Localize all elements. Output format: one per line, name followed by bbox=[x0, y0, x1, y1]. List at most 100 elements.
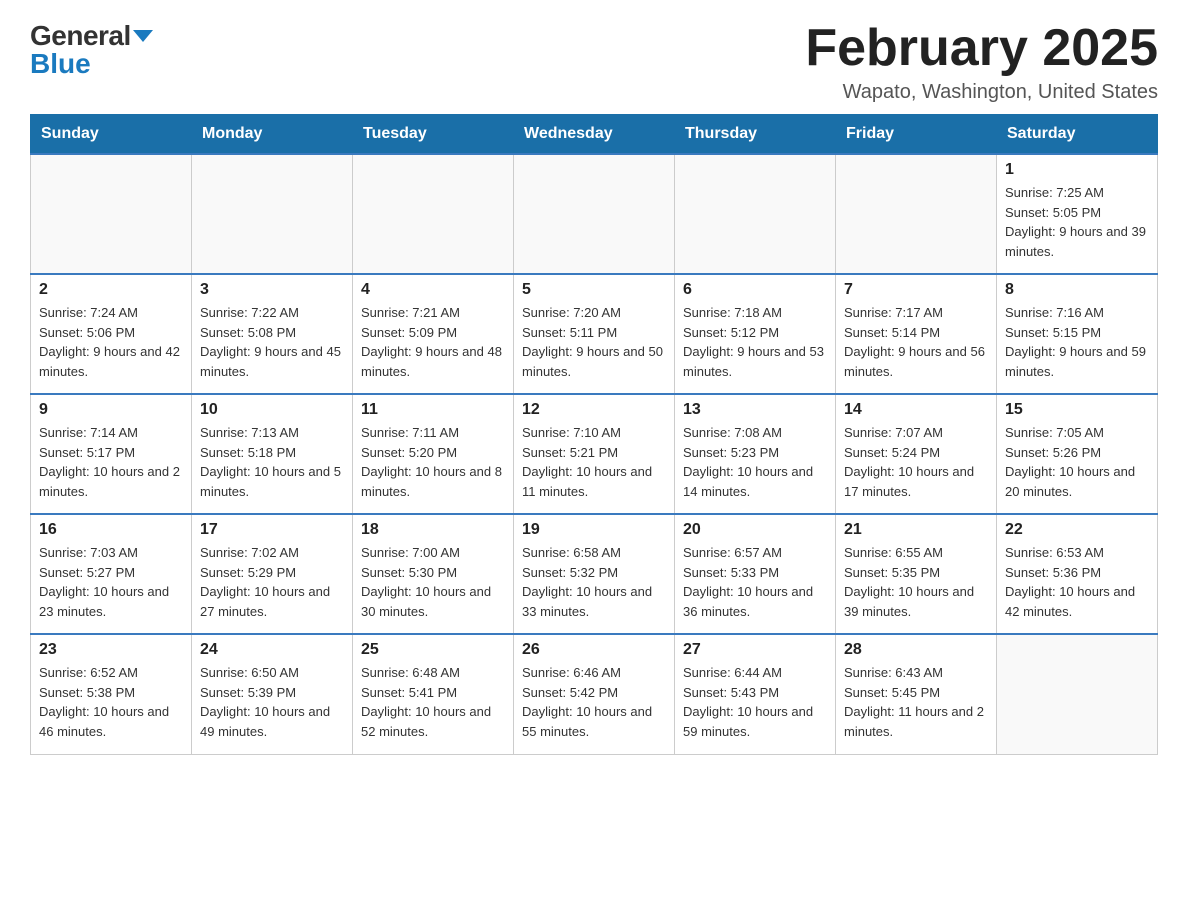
calendar-cell bbox=[31, 154, 192, 274]
day-info: Sunrise: 7:21 AMSunset: 5:09 PMDaylight:… bbox=[361, 303, 505, 381]
calendar-cell: 28 Sunrise: 6:43 AMSunset: 5:45 PMDayligh… bbox=[836, 634, 997, 754]
day-info: Sunrise: 7:18 AMSunset: 5:12 PMDaylight:… bbox=[683, 303, 827, 381]
calendar-week-5: 23 Sunrise: 6:52 AMSunset: 5:38 PMDayligh… bbox=[31, 634, 1158, 754]
calendar-week-3: 9 Sunrise: 7:14 AMSunset: 5:17 PMDaylight… bbox=[31, 394, 1158, 514]
calendar-cell bbox=[675, 154, 836, 274]
col-monday: Monday bbox=[192, 115, 353, 155]
calendar-cell: 7 Sunrise: 7:17 AMSunset: 5:14 PMDaylight… bbox=[836, 274, 997, 394]
day-number: 3 bbox=[200, 281, 344, 299]
day-number: 26 bbox=[522, 641, 666, 659]
day-number: 24 bbox=[200, 641, 344, 659]
day-number: 28 bbox=[844, 641, 988, 659]
col-tuesday: Tuesday bbox=[353, 115, 514, 155]
day-info: Sunrise: 7:25 AMSunset: 5:05 PMDaylight:… bbox=[1005, 183, 1149, 261]
calendar-cell: 11 Sunrise: 7:11 AMSunset: 5:20 PMDayligh… bbox=[353, 394, 514, 514]
calendar-cell: 14 Sunrise: 7:07 AMSunset: 5:24 PMDayligh… bbox=[836, 394, 997, 514]
calendar-cell: 13 Sunrise: 7:08 AMSunset: 5:23 PMDayligh… bbox=[675, 394, 836, 514]
day-info: Sunrise: 7:24 AMSunset: 5:06 PMDaylight:… bbox=[39, 303, 183, 381]
day-number: 17 bbox=[200, 521, 344, 539]
day-number: 7 bbox=[844, 281, 988, 299]
calendar-cell bbox=[192, 154, 353, 274]
day-number: 27 bbox=[683, 641, 827, 659]
day-number: 2 bbox=[39, 281, 183, 299]
day-info: Sunrise: 7:13 AMSunset: 5:18 PMDaylight:… bbox=[200, 423, 344, 501]
title-area: February 2025 Wapato, Washington, United… bbox=[805, 20, 1158, 104]
day-info: Sunrise: 6:50 AMSunset: 5:39 PMDaylight:… bbox=[200, 663, 344, 741]
calendar-cell: 20Sunrise: 6:57 AMSunset: 5:33 PMDayligh… bbox=[675, 514, 836, 634]
day-number: 25 bbox=[361, 641, 505, 659]
day-number: 10 bbox=[200, 401, 344, 419]
calendar-body: 1 Sunrise: 7:25 AMSunset: 5:05 PMDaylight… bbox=[31, 154, 1158, 754]
calendar-cell: 5 Sunrise: 7:20 AMSunset: 5:11 PMDaylight… bbox=[514, 274, 675, 394]
day-number: 20 bbox=[683, 521, 827, 539]
calendar-cell: 22 Sunrise: 6:53 AMSunset: 5:36 PMDayligh… bbox=[997, 514, 1158, 634]
day-number: 5 bbox=[522, 281, 666, 299]
calendar-cell: 24 Sunrise: 6:50 AMSunset: 5:39 PMDayligh… bbox=[192, 634, 353, 754]
day-number: 14 bbox=[844, 401, 988, 419]
day-info: Sunrise: 7:03 AMSunset: 5:27 PMDaylight:… bbox=[39, 543, 183, 621]
day-number: 19 bbox=[522, 521, 666, 539]
day-info: Sunrise: 7:14 AMSunset: 5:17 PMDaylight:… bbox=[39, 423, 183, 501]
calendar-cell: 16 Sunrise: 7:03 AMSunset: 5:27 PMDayligh… bbox=[31, 514, 192, 634]
calendar-cell: 9 Sunrise: 7:14 AMSunset: 5:17 PMDaylight… bbox=[31, 394, 192, 514]
day-number: 6 bbox=[683, 281, 827, 299]
day-number: 8 bbox=[1005, 281, 1149, 299]
day-number: 16 bbox=[39, 521, 183, 539]
day-info: Sunrise: 6:46 AMSunset: 5:42 PMDaylight:… bbox=[522, 663, 666, 741]
day-number: 22 bbox=[1005, 521, 1149, 539]
col-thursday: Thursday bbox=[675, 115, 836, 155]
page-subtitle: Wapato, Washington, United States bbox=[805, 81, 1158, 104]
day-info: Sunrise: 7:10 AMSunset: 5:21 PMDaylight:… bbox=[522, 423, 666, 501]
day-number: 1 bbox=[1005, 161, 1149, 179]
col-saturday: Saturday bbox=[997, 115, 1158, 155]
day-info: Sunrise: 7:22 AMSunset: 5:08 PMDaylight:… bbox=[200, 303, 344, 381]
day-info: Sunrise: 6:55 AMSunset: 5:35 PMDaylight:… bbox=[844, 543, 988, 621]
col-sunday: Sunday bbox=[31, 115, 192, 155]
day-number: 12 bbox=[522, 401, 666, 419]
day-info: Sunrise: 6:43 AMSunset: 5:45 PMDaylight:… bbox=[844, 663, 988, 741]
day-number: 23 bbox=[39, 641, 183, 659]
calendar-cell: 6 Sunrise: 7:18 AMSunset: 5:12 PMDaylight… bbox=[675, 274, 836, 394]
day-info: Sunrise: 6:58 AMSunset: 5:32 PMDaylight:… bbox=[522, 543, 666, 621]
day-info: Sunrise: 7:02 AMSunset: 5:29 PMDaylight:… bbox=[200, 543, 344, 621]
calendar-cell: 18 Sunrise: 7:00 AMSunset: 5:30 PMDayligh… bbox=[353, 514, 514, 634]
day-info: Sunrise: 6:52 AMSunset: 5:38 PMDaylight:… bbox=[39, 663, 183, 741]
header-row: Sunday Monday Tuesday Wednesday Thursday… bbox=[31, 115, 1158, 155]
logo: General Blue bbox=[30, 20, 153, 80]
page-title: February 2025 bbox=[805, 20, 1158, 77]
day-info: Sunrise: 7:00 AMSunset: 5:30 PMDaylight:… bbox=[361, 543, 505, 621]
day-info: Sunrise: 7:11 AMSunset: 5:20 PMDaylight:… bbox=[361, 423, 505, 501]
calendar-cell: 1 Sunrise: 7:25 AMSunset: 5:05 PMDaylight… bbox=[997, 154, 1158, 274]
day-number: 18 bbox=[361, 521, 505, 539]
calendar-week-2: 2 Sunrise: 7:24 AMSunset: 5:06 PMDaylight… bbox=[31, 274, 1158, 394]
calendar-week-1: 1 Sunrise: 7:25 AMSunset: 5:05 PMDaylight… bbox=[31, 154, 1158, 274]
day-number: 15 bbox=[1005, 401, 1149, 419]
day-info: Sunrise: 7:05 AMSunset: 5:26 PMDaylight:… bbox=[1005, 423, 1149, 501]
calendar-cell bbox=[997, 634, 1158, 754]
calendar-cell: 2 Sunrise: 7:24 AMSunset: 5:06 PMDaylight… bbox=[31, 274, 192, 394]
day-info: Sunrise: 7:08 AMSunset: 5:23 PMDaylight:… bbox=[683, 423, 827, 501]
calendar-cell: 12 Sunrise: 7:10 AMSunset: 5:21 PMDayligh… bbox=[514, 394, 675, 514]
day-info: Sunrise: 7:16 AMSunset: 5:15 PMDaylight:… bbox=[1005, 303, 1149, 381]
day-number: 11 bbox=[361, 401, 505, 419]
calendar-cell: 15 Sunrise: 7:05 AMSunset: 5:26 PMDayligh… bbox=[997, 394, 1158, 514]
col-wednesday: Wednesday bbox=[514, 115, 675, 155]
calendar-cell: 19 Sunrise: 6:58 AMSunset: 5:32 PMDayligh… bbox=[514, 514, 675, 634]
calendar-cell bbox=[353, 154, 514, 274]
day-number: 13 bbox=[683, 401, 827, 419]
day-number: 9 bbox=[39, 401, 183, 419]
day-info: Sunrise: 6:53 AMSunset: 5:36 PMDaylight:… bbox=[1005, 543, 1149, 621]
calendar-week-4: 16 Sunrise: 7:03 AMSunset: 5:27 PMDayligh… bbox=[31, 514, 1158, 634]
calendar-cell: 8 Sunrise: 7:16 AMSunset: 5:15 PMDaylight… bbox=[997, 274, 1158, 394]
calendar-header: Sunday Monday Tuesday Wednesday Thursday… bbox=[31, 115, 1158, 155]
day-info: Sunrise: 7:20 AMSunset: 5:11 PMDaylight:… bbox=[522, 303, 666, 381]
calendar-cell bbox=[836, 154, 997, 274]
calendar-cell: 27 Sunrise: 6:44 AMSunset: 5:43 PMDayligh… bbox=[675, 634, 836, 754]
col-friday: Friday bbox=[836, 115, 997, 155]
calendar-cell: 4Sunrise: 7:21 AMSunset: 5:09 PMDaylight… bbox=[353, 274, 514, 394]
day-info: Sunrise: 6:44 AMSunset: 5:43 PMDaylight:… bbox=[683, 663, 827, 741]
day-info: Sunrise: 7:07 AMSunset: 5:24 PMDaylight:… bbox=[844, 423, 988, 501]
day-info: Sunrise: 7:17 AMSunset: 5:14 PMDaylight:… bbox=[844, 303, 988, 381]
calendar-cell: 23 Sunrise: 6:52 AMSunset: 5:38 PMDayligh… bbox=[31, 634, 192, 754]
calendar-cell: 10 Sunrise: 7:13 AMSunset: 5:18 PMDayligh… bbox=[192, 394, 353, 514]
